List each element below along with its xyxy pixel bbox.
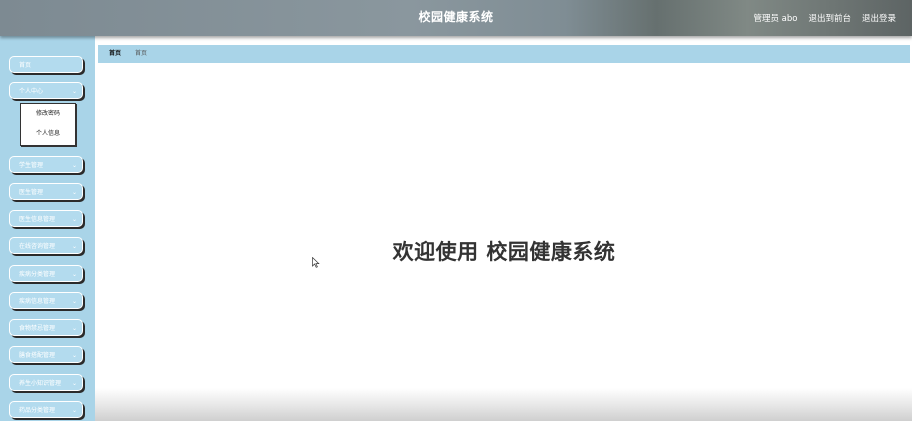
chevron-down-icon: ⌄ xyxy=(71,352,77,359)
sidebar-item-label: 医生管理 xyxy=(19,189,44,196)
sidebar-item-label: 学生管理 xyxy=(19,162,44,169)
submenu-item-personal-info[interactable]: 个人信息 xyxy=(21,124,75,144)
sidebar-item-personal-center[interactable]: 个人中心 ⌄ xyxy=(9,82,83,99)
sidebar-item-disease-category[interactable]: 疾病分类管理 ⌄ xyxy=(9,265,83,282)
welcome-heading: 欢迎使用 校园健康系统 xyxy=(392,240,616,264)
logout-link[interactable]: 退出登录 xyxy=(862,12,896,24)
personal-center-submenu: 修改密码 个人信息 xyxy=(20,103,76,146)
chevron-down-icon: ⌄ xyxy=(71,216,77,223)
breadcrumb: 首页 首页 xyxy=(98,45,910,63)
sidebar-item-label: 药品分类管理 xyxy=(19,407,56,414)
breadcrumb-home[interactable]: 首页 xyxy=(109,45,121,63)
sidebar-item-label: 食物禁忌管理 xyxy=(19,325,56,332)
sidebar-item-label: 首页 xyxy=(19,62,32,69)
sidebar-item-doctor-info[interactable]: 医生信息管理 ⌄ xyxy=(9,210,83,227)
chevron-down-icon: ⌄ xyxy=(71,243,77,250)
sidebar-item-online-consult[interactable]: 在线咨询管理 ⌄ xyxy=(9,237,83,254)
sidebar-item-students[interactable]: 学生管理 ⌄ xyxy=(9,156,83,173)
sidebar-item-health-tips[interactable]: 养生小知识管理 ⌄ xyxy=(9,374,83,391)
chevron-down-icon: ⌄ xyxy=(71,88,77,95)
sidebar-item-label: 医生信息管理 xyxy=(19,216,56,223)
sidebar-item-label: 个人中心 xyxy=(19,88,44,95)
sidebar-item-medicine-category[interactable]: 药品分类管理 ⌄ xyxy=(9,401,83,418)
sidebar-item-label: 疾病分类管理 xyxy=(19,271,56,278)
sidebar: 首页 个人中心 ⌄ 修改密码 个人信息 学生管理 ⌄ 医生管理 ⌄ 医生信息管理… xyxy=(0,36,95,421)
chevron-down-icon: ⌄ xyxy=(71,407,77,414)
sidebar-item-label: 疾病信息管理 xyxy=(19,298,56,305)
sidebar-item-label: 膳食搭配管理 xyxy=(19,352,56,359)
chevron-down-icon: ⌄ xyxy=(71,271,77,278)
submenu-item-change-password[interactable]: 修改密码 xyxy=(21,104,75,124)
header-actions: 管理员 abo 退出到前台 退出登录 xyxy=(753,0,896,36)
user-label: 管理员 abo xyxy=(753,14,798,24)
bottom-shadow xyxy=(95,388,912,421)
sidebar-item-food-taboo[interactable]: 食物禁忌管理 ⌄ xyxy=(9,319,83,336)
chevron-down-icon: ⌄ xyxy=(71,162,77,169)
sidebar-item-disease-info[interactable]: 疾病信息管理 ⌄ xyxy=(9,292,83,309)
chevron-down-icon: ⌄ xyxy=(71,189,77,196)
chevron-down-icon: ⌄ xyxy=(71,380,77,387)
sidebar-item-diet-pairing[interactable]: 膳食搭配管理 ⌄ xyxy=(9,346,83,363)
sidebar-item-label: 养生小知识管理 xyxy=(19,380,62,387)
top-header: 校园健康系统 管理员 abo 退出到前台 退出登录 xyxy=(0,0,912,36)
sidebar-item-label: 在线咨询管理 xyxy=(19,243,56,250)
chevron-down-icon: ⌄ xyxy=(71,298,77,305)
chevron-down-icon: ⌄ xyxy=(71,325,77,332)
sidebar-item-doctors[interactable]: 医生管理 ⌄ xyxy=(9,183,83,200)
sidebar-item-home[interactable]: 首页 xyxy=(9,56,83,73)
mouse-cursor-icon xyxy=(312,257,320,268)
breadcrumb-current: 首页 xyxy=(135,50,148,57)
back-to-front-link[interactable]: 退出到前台 xyxy=(808,12,851,24)
app-window: 校园健康系统 管理员 abo 退出到前台 退出登录 首页 个人中心 ⌄ 修改密码… xyxy=(0,0,912,421)
